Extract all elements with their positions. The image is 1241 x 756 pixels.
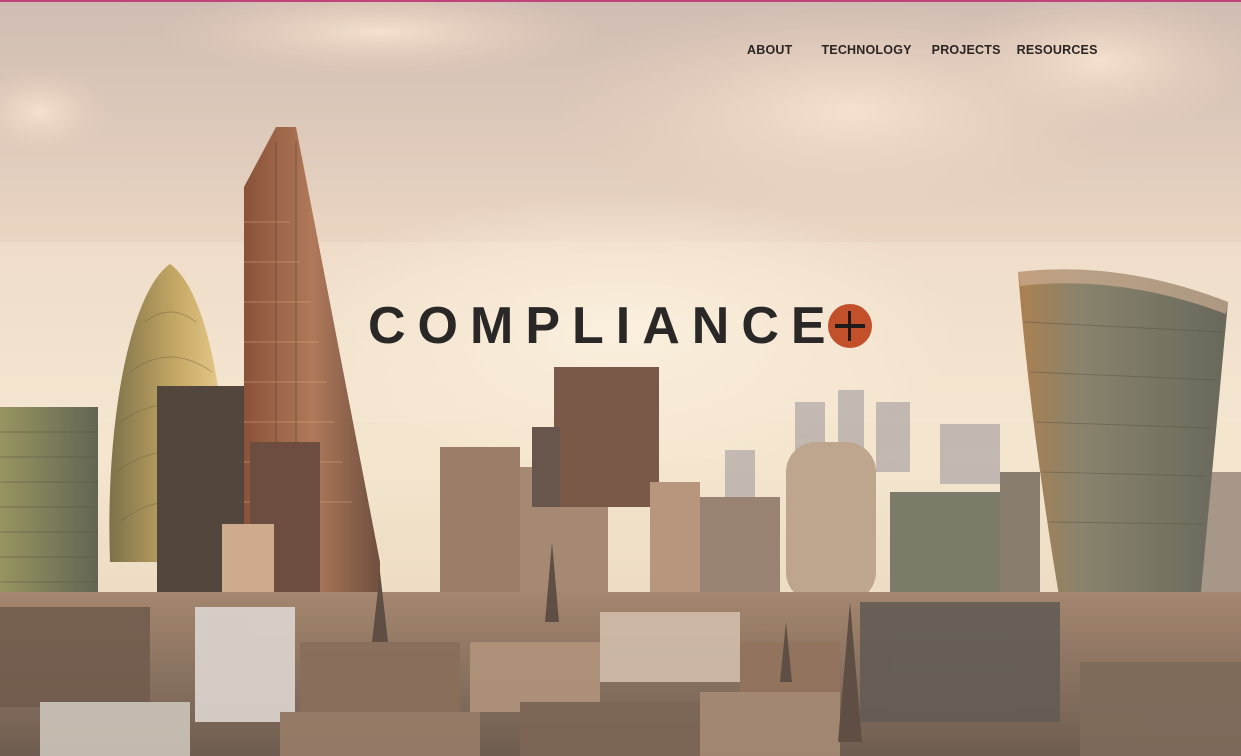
city-skyline-background: [0, 2, 1241, 756]
brand-name: COMPLIANCE: [368, 297, 838, 355]
nav-link-resources[interactable]: RESOURCES: [1017, 42, 1098, 58]
nav-link-technology[interactable]: TECHNOLOGY: [821, 42, 911, 58]
nav-link-projects[interactable]: PROJECTS: [932, 42, 1001, 58]
hero-section: ABOUT TECHNOLOGY PROJECTS RESOURCES COMP…: [0, 0, 1241, 756]
main-nav: ABOUT TECHNOLOGY PROJECTS RESOURCES: [747, 42, 1098, 58]
nav-link-about[interactable]: ABOUT: [747, 42, 792, 58]
brand-logo[interactable]: COMPLIANCE: [368, 298, 872, 354]
plus-circle-icon: [827, 304, 872, 348]
